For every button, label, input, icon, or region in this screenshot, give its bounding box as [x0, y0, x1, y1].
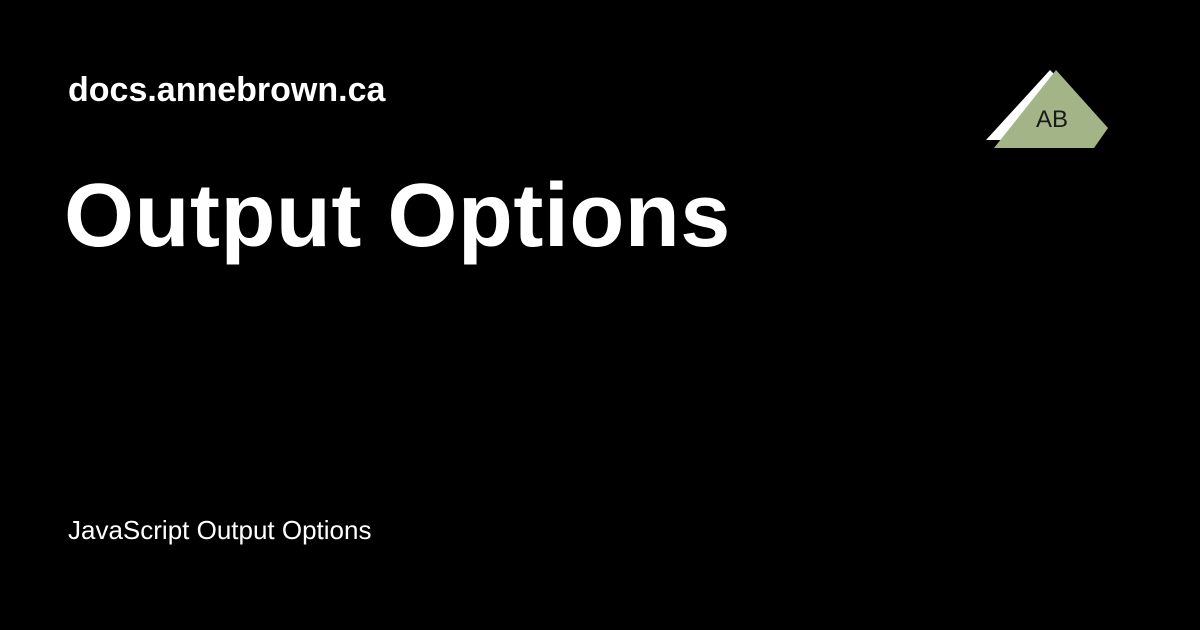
site-name[interactable]: docs.annebrown.ca — [68, 70, 385, 110]
logo-text: AB — [1036, 106, 1068, 133]
page-title: Output Options — [64, 166, 731, 266]
logo[interactable]: AB — [982, 66, 1112, 152]
logo-triangle-icon: AB — [986, 70, 1108, 148]
page-description: JavaScript Output Options — [68, 515, 372, 545]
